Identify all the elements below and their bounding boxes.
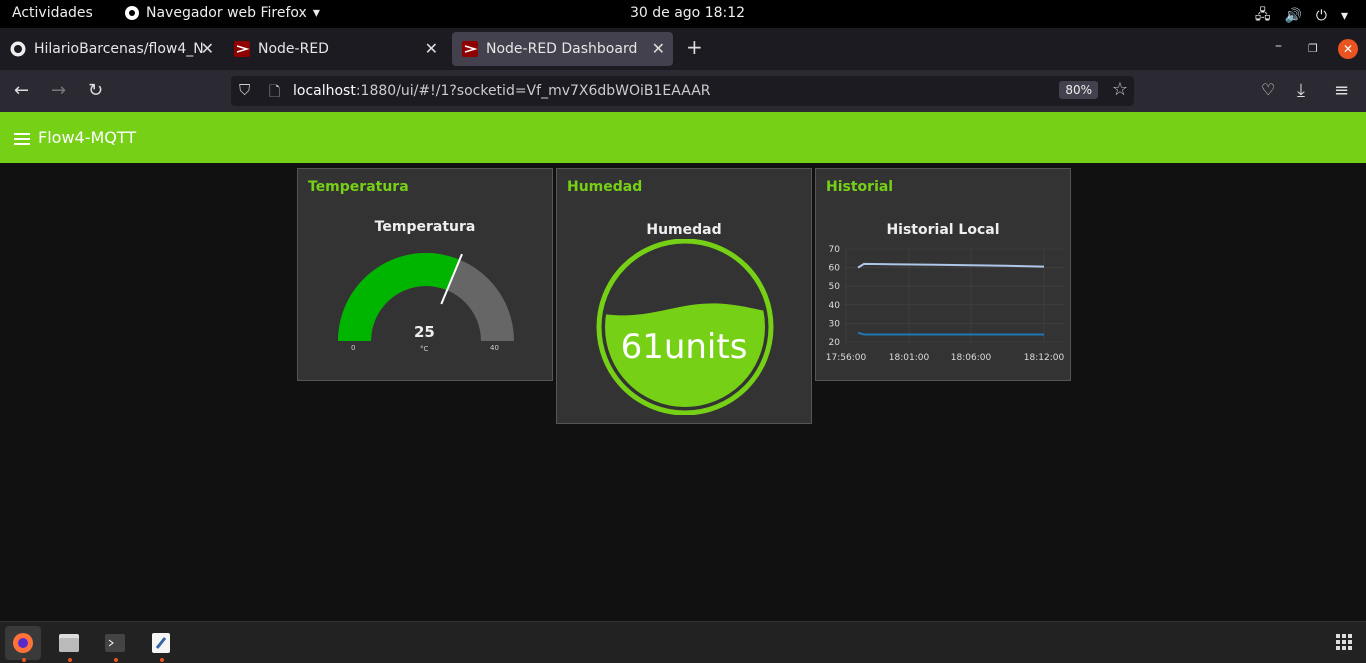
tab-title: Node-RED [258, 41, 329, 57]
dashboard-title: Flow4-MQTT [38, 128, 137, 147]
volume-icon: 🔊 [1284, 8, 1302, 24]
github-icon [10, 41, 26, 57]
app-menu-label: Navegador web Firefox [146, 5, 307, 21]
chart-series-line [857, 262, 1045, 269]
running-indicator [68, 658, 72, 662]
tab-node-red[interactable]: Node-RED ✕ [224, 32, 446, 66]
power-icon: ⏻ [1315, 8, 1327, 24]
card-historial: Historial Historial Local 70 60 50 40 30 20 17… [815, 168, 1071, 381]
menu-icon[interactable]: ≡ [1334, 80, 1349, 101]
card-humedad: Humedad Humedad 61units [556, 168, 812, 424]
gauge-title: Temperatura [374, 219, 476, 235]
tab-github[interactable]: HilarioBarcenas/flow4_N ✕ [0, 32, 222, 66]
gauge-min: 0 [351, 344, 356, 352]
dock-terminal[interactable] [97, 626, 133, 662]
reload-button[interactable]: ↻ [88, 80, 103, 101]
url-host: localhost [293, 83, 356, 99]
url-text: localhost:1880/ui/#!/1?socketid=Vf_mv7X6… [293, 83, 711, 99]
node-red-icon [234, 41, 250, 57]
running-indicator [114, 658, 118, 662]
page-icon[interactable]: 🗋 [269, 81, 280, 105]
chart-title: Historial Local [886, 222, 1000, 238]
pocket-icon[interactable]: ♡ [1261, 80, 1275, 99]
network-icon: 🖧 [1254, 7, 1271, 23]
terminal-icon [105, 634, 125, 652]
window-close-button[interactable]: ✕ [1338, 39, 1358, 59]
forward-button[interactable]: → [51, 80, 66, 101]
url-path: :1880/ui/#!/1?socketid=Vf_mv7X6dbWOiB1EA… [355, 83, 711, 99]
system-tray[interactable]: 🖧 🔊 ⏻ ▾ [1255, 4, 1348, 28]
clock[interactable]: 30 de ago 18:12 [630, 5, 745, 21]
gauge-unit: °C [420, 345, 429, 353]
chevron-down-icon: ▾ [312, 5, 320, 21]
dock-text-editor[interactable] [143, 626, 179, 662]
text-editor-icon [152, 633, 170, 653]
card-header: Temperatura [308, 179, 409, 195]
dock [0, 621, 1366, 663]
chart-y-tick-label: 20 [829, 338, 841, 348]
chart-y-tick-label: 70 [829, 245, 841, 255]
chart-x-tick-label: 18:01:00 [889, 353, 930, 363]
card-header: Historial [826, 179, 894, 195]
app-grid-icon[interactable] [1336, 634, 1352, 650]
dock-files[interactable] [51, 626, 87, 662]
folder-icon [59, 634, 79, 652]
app-menu[interactable]: Navegador web Firefox ▾ [124, 5, 320, 21]
system-top-bar: Actividades Navegador web Firefox ▾ 30 d… [0, 0, 1366, 28]
chart-x-tick-label: 17:56:00 [826, 353, 867, 363]
downloads-icon[interactable]: ⤓ [1297, 80, 1305, 101]
hamburger-menu-icon[interactable] [14, 133, 30, 148]
activities-button[interactable]: Actividades [12, 5, 93, 21]
gauge-value: 25 [414, 323, 435, 341]
maximize-button[interactable]: ❐ [1308, 42, 1318, 55]
tab-title: Node-RED Dashboard [486, 41, 638, 57]
running-indicator [22, 658, 26, 662]
dashboard-header: Flow4-MQTT [0, 112, 1366, 163]
chart-x-tick-label: 18:12:00 [1024, 353, 1065, 363]
chart-y-tick-label: 40 [829, 301, 841, 311]
tab-node-red-dashboard[interactable]: Node-RED Dashboard ✕ [452, 32, 673, 66]
chart-x-tick-label: 18:06:00 [951, 353, 992, 363]
node-red-icon [462, 41, 478, 57]
dock-firefox[interactable] [5, 626, 41, 662]
chart-y-tick-label: 60 [829, 264, 841, 274]
card-header: Humedad [567, 179, 643, 195]
close-icon[interactable]: ✕ [652, 39, 665, 58]
tab-title: HilarioBarcenas/flow4_N [34, 41, 204, 57]
chart-y-tick-label: 50 [829, 282, 841, 292]
level-title: Humedad [646, 222, 722, 238]
close-icon[interactable]: ✕ [201, 39, 214, 58]
url-bar[interactable]: ⛉ 🗋 localhost:1880/ui/#!/1?socketid=Vf_m… [231, 76, 1134, 106]
tab-strip: HilarioBarcenas/flow4_N ✕ Node-RED ✕ Nod… [0, 28, 1366, 70]
new-tab-button[interactable]: + [686, 35, 703, 59]
zoom-level[interactable]: 80% [1059, 81, 1098, 99]
firefox-app-icon [125, 6, 139, 20]
back-button[interactable]: ← [14, 80, 29, 101]
history-line-chart: 70 60 50 40 30 20 17:56:00 18:01:00 18:06:00 18:1… [826, 245, 1065, 363]
running-indicator [160, 658, 164, 662]
bookmark-star-icon[interactable]: ☆ [1112, 79, 1128, 100]
card-temperatura: Temperatura Temperatura 25 °C 0 40 [297, 168, 553, 381]
chart-series-line [857, 331, 1044, 336]
chevron-down-icon: ▾ [1340, 8, 1348, 24]
level-value: 61units [620, 327, 748, 367]
shield-icon[interactable]: ⛉ [239, 81, 250, 99]
chart-y-tick-label: 30 [829, 319, 841, 329]
minimize-button[interactable]: – [1275, 38, 1282, 54]
close-icon[interactable]: ✕ [425, 39, 438, 58]
gauge-max: 40 [490, 344, 499, 352]
firefox-icon [13, 633, 33, 653]
